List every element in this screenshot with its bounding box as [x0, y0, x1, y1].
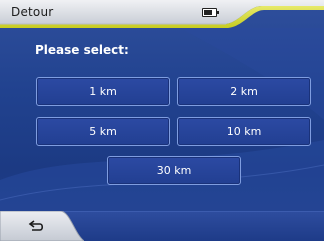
option-30km-button[interactable]: 30 km [107, 156, 241, 185]
detour-screen: Detour Please select: 1 km 2 km 5 km 10 … [0, 0, 324, 241]
option-label: 10 km [226, 125, 262, 138]
battery-level [204, 10, 212, 15]
title-bar: Detour [0, 0, 324, 28]
option-10km-button[interactable]: 10 km [177, 117, 311, 146]
back-button[interactable] [0, 210, 85, 241]
option-label: 5 km [89, 125, 117, 138]
option-1km-button[interactable]: 1 km [36, 77, 170, 106]
back-arrow-icon [28, 220, 44, 231]
option-5km-button[interactable]: 5 km [36, 117, 170, 146]
option-label: 2 km [230, 85, 258, 98]
option-2km-button[interactable]: 2 km [177, 77, 311, 106]
option-label: 1 km [89, 85, 117, 98]
page-heading: Please select: [35, 43, 129, 57]
window-title: Detour [11, 5, 54, 19]
battery-icon [202, 8, 219, 17]
option-label: 30 km [156, 164, 192, 177]
